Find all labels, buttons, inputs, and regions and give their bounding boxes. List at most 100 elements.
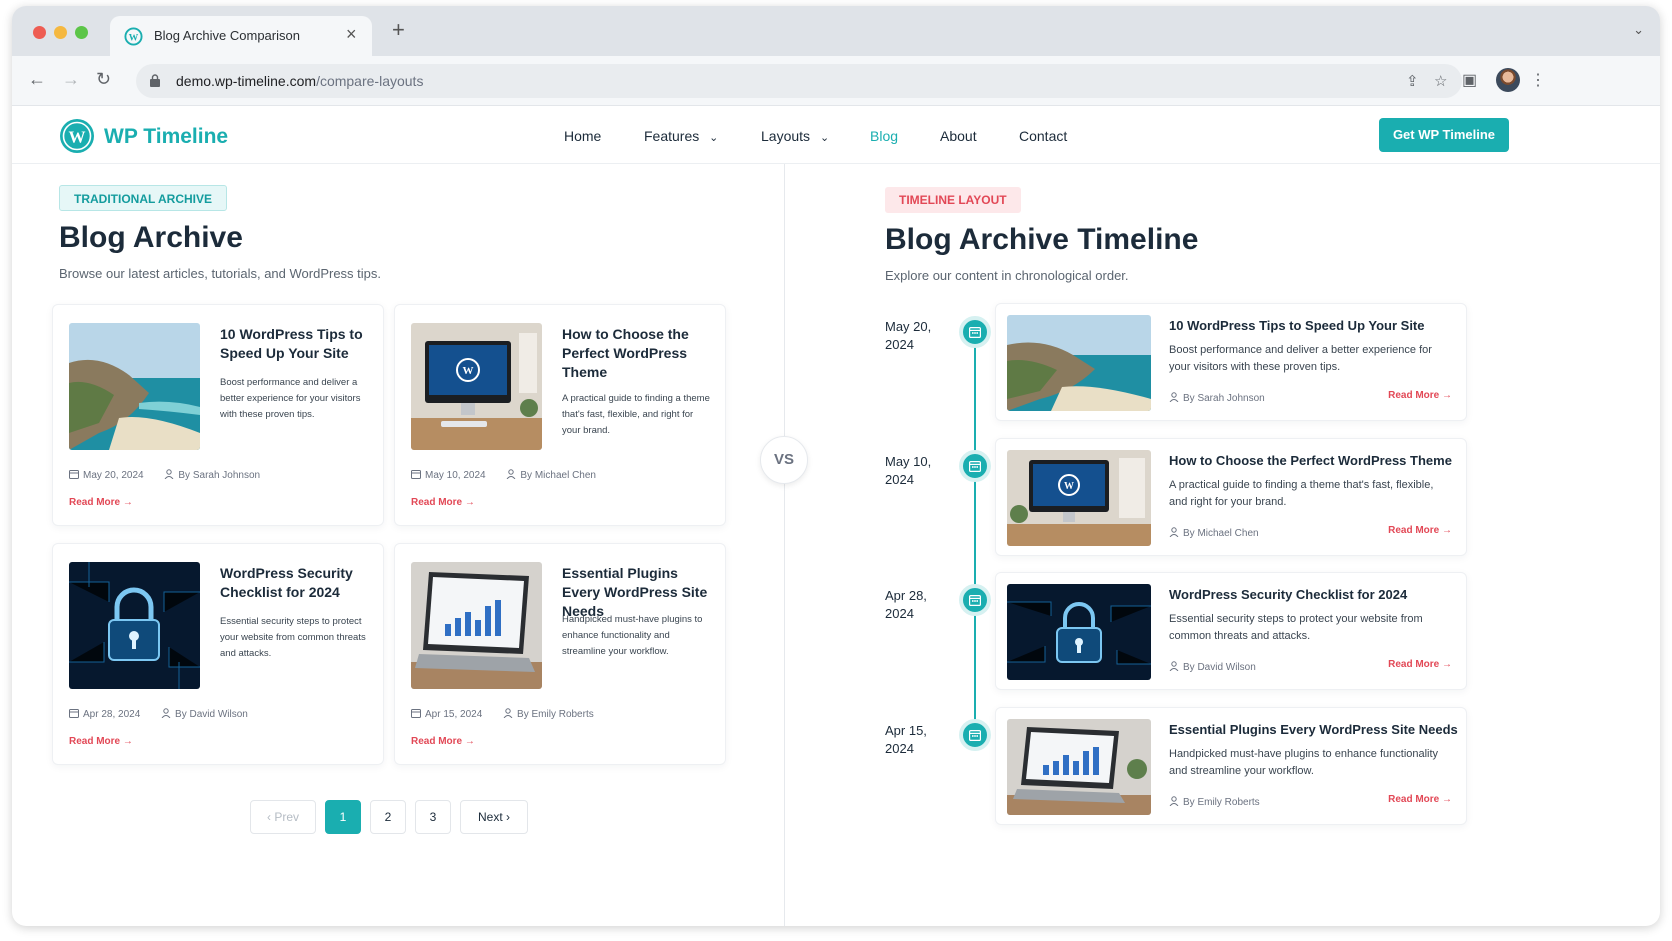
coastline-image[interactable]: [69, 323, 200, 450]
lock-icon: [150, 74, 160, 87]
timeline-post-title[interactable]: 10 WordPress Tips to Speed Up Your Site: [1169, 318, 1425, 333]
post-excerpt: Essential security steps to protect your…: [220, 616, 366, 659]
page-3-button[interactable]: 3: [415, 800, 451, 834]
padlock-circuit-image[interactable]: [69, 562, 200, 689]
desktop-monitor-image[interactable]: W: [411, 323, 542, 450]
user-icon: [503, 708, 513, 718]
right-page-title: Blog Archive Timeline: [885, 223, 1199, 256]
post-date: May 10, 2024: [425, 470, 486, 481]
share-icon[interactable]: ⇪: [1406, 72, 1419, 90]
user-icon: [1169, 392, 1179, 402]
nav-contact[interactable]: Contact: [1019, 128, 1067, 144]
calendar-icon: [411, 469, 421, 479]
nav-blog[interactable]: Blog: [870, 128, 898, 144]
calendar-icon: [69, 708, 79, 718]
address-bar[interactable]: demo.wp-timeline.com/compare-layouts ⇪ ☆: [136, 64, 1462, 98]
laptop-chart-image[interactable]: [1007, 719, 1151, 815]
post-author: By David Wilson: [175, 709, 248, 720]
post-card[interactable]: WordPress Security Checklist for 2024 Es…: [52, 543, 384, 765]
read-more-link[interactable]: Read More →: [411, 736, 475, 747]
prev-page-button[interactable]: ‹ Prev: [250, 800, 316, 834]
timeline-post-excerpt: A practical guide to finding a theme tha…: [1169, 479, 1434, 508]
calendar-icon: [411, 708, 421, 718]
maximize-window-button[interactable]: [75, 26, 88, 39]
timeline-date: Apr 28, 2024: [885, 588, 927, 621]
new-tab-icon[interactable]: +: [392, 19, 405, 41]
brand-name[interactable]: WP Timeline: [104, 125, 228, 149]
back-arrow-icon[interactable]: ←: [28, 70, 46, 88]
post-card[interactable]: W How to Choose the Perfect WordPress Th…: [394, 304, 726, 526]
post-title[interactable]: How to Choose the Perfect WordPress Them…: [562, 325, 712, 382]
left-subtitle: Browse our latest articles, tutorials, a…: [59, 266, 381, 281]
post-card[interactable]: Essential Plugins Every WordPress Site N…: [394, 543, 726, 765]
read-more-link[interactable]: Read More →: [69, 736, 133, 747]
calendar-icon: [69, 469, 79, 479]
browser-window: W Blog Archive Comparison × + ⌄ ← → ↻ de…: [12, 6, 1660, 926]
timeline-card[interactable]: W How to Choose the Perfect WordPress Th…: [995, 438, 1467, 556]
page-1-button[interactable]: 1: [325, 800, 361, 834]
post-author: By Sarah Johnson: [178, 470, 261, 481]
timeline-post-excerpt: Boost performance and deliver a better e…: [1169, 344, 1432, 373]
timeline-card[interactable]: 10 WordPress Tips to Speed Up Your Site …: [995, 303, 1467, 421]
read-more-link[interactable]: Read More →: [1388, 390, 1452, 401]
desktop-monitor-image[interactable]: W: [1007, 450, 1151, 546]
read-more-link[interactable]: Read More →: [1388, 659, 1452, 670]
minimize-window-button[interactable]: [54, 26, 67, 39]
next-page-button[interactable]: Next ›: [460, 800, 528, 834]
calendar-icon: [959, 719, 991, 751]
timeline-card[interactable]: Essential Plugins Every WordPress Site N…: [995, 707, 1467, 825]
nav-layouts[interactable]: Layouts ⌄: [761, 128, 829, 144]
timeline-post-title[interactable]: Essential Plugins Every WordPress Site N…: [1169, 722, 1458, 737]
timeline-card[interactable]: WordPress Security Checklist for 2024 Es…: [995, 572, 1467, 690]
tab-title: Blog Archive Comparison: [154, 28, 300, 43]
timeline-post-title[interactable]: How to Choose the Perfect WordPress Them…: [1169, 453, 1452, 468]
post-date: May 20, 2024: [83, 470, 144, 481]
side-panel-icon[interactable]: ▣: [1462, 70, 1477, 90]
post-author: By Michael Chen: [520, 470, 596, 481]
nav-about[interactable]: About: [940, 128, 977, 144]
read-more-link[interactable]: Read More →: [1388, 794, 1452, 805]
tab-close-icon[interactable]: ×: [346, 24, 357, 45]
close-window-button[interactable]: [33, 26, 46, 39]
profile-avatar[interactable]: [1496, 68, 1520, 92]
wordpress-logo-icon[interactable]: W: [59, 118, 95, 154]
browser-tab[interactable]: W Blog Archive Comparison ×: [110, 16, 372, 56]
site-header: W WP Timeline Home Features ⌄ Layouts ⌄ …: [12, 106, 1660, 164]
coastline-image[interactable]: [1007, 315, 1151, 411]
chevron-down-icon: ⌄: [709, 132, 719, 144]
post-title[interactable]: WordPress Security Checklist for 2024: [220, 564, 370, 602]
page-2-button[interactable]: 2: [370, 800, 406, 834]
user-icon: [1169, 796, 1179, 806]
post-author: By Emily Roberts: [517, 709, 594, 720]
timeline-post-title[interactable]: WordPress Security Checklist for 2024: [1169, 587, 1407, 602]
browser-toolbar: ← → ↻ demo.wp-timeline.com/compare-layou…: [12, 56, 1660, 106]
calendar-icon: [959, 316, 991, 348]
read-more-link[interactable]: Read More →: [69, 497, 133, 508]
tab-list-chevron-icon[interactable]: ⌄: [1633, 22, 1644, 38]
get-wp-timeline-button[interactable]: Get WP Timeline: [1379, 118, 1509, 152]
bookmark-star-icon[interactable]: ☆: [1434, 72, 1447, 90]
timeline-post-author: By Michael Chen: [1169, 527, 1259, 539]
padlock-circuit-image[interactable]: [1007, 584, 1151, 680]
user-icon: [1169, 527, 1179, 537]
read-more-link[interactable]: Read More →: [411, 497, 475, 508]
user-icon: [164, 469, 174, 479]
timeline-date: May 10, 2024: [885, 454, 932, 487]
timeline-line: [974, 338, 976, 742]
laptop-chart-image[interactable]: [411, 562, 542, 689]
post-meta: Apr 15, 2024 By Emily Roberts: [411, 708, 594, 720]
post-title[interactable]: 10 WordPress Tips to Speed Up Your Site: [220, 325, 370, 363]
nav-home[interactable]: Home: [564, 128, 601, 144]
timeline-post-excerpt: Essential security steps to protect your…: [1169, 613, 1423, 642]
svg-text:W: W: [69, 128, 86, 147]
reload-icon[interactable]: ↻: [96, 70, 111, 88]
read-more-link[interactable]: Read More →: [1388, 525, 1452, 536]
browser-menu-icon[interactable]: ⋮: [1530, 70, 1546, 90]
forward-arrow-icon[interactable]: →: [62, 70, 80, 88]
nav-features[interactable]: Features ⌄: [644, 128, 718, 144]
post-card[interactable]: 10 WordPress Tips to Speed Up Your Site …: [52, 304, 384, 526]
user-icon: [1169, 661, 1179, 671]
post-meta: Apr 28, 2024 By David Wilson: [69, 708, 248, 720]
post-excerpt: Handpicked must-have plugins to enhance …: [562, 614, 703, 657]
post-meta: May 10, 2024 By Michael Chen: [411, 469, 596, 481]
